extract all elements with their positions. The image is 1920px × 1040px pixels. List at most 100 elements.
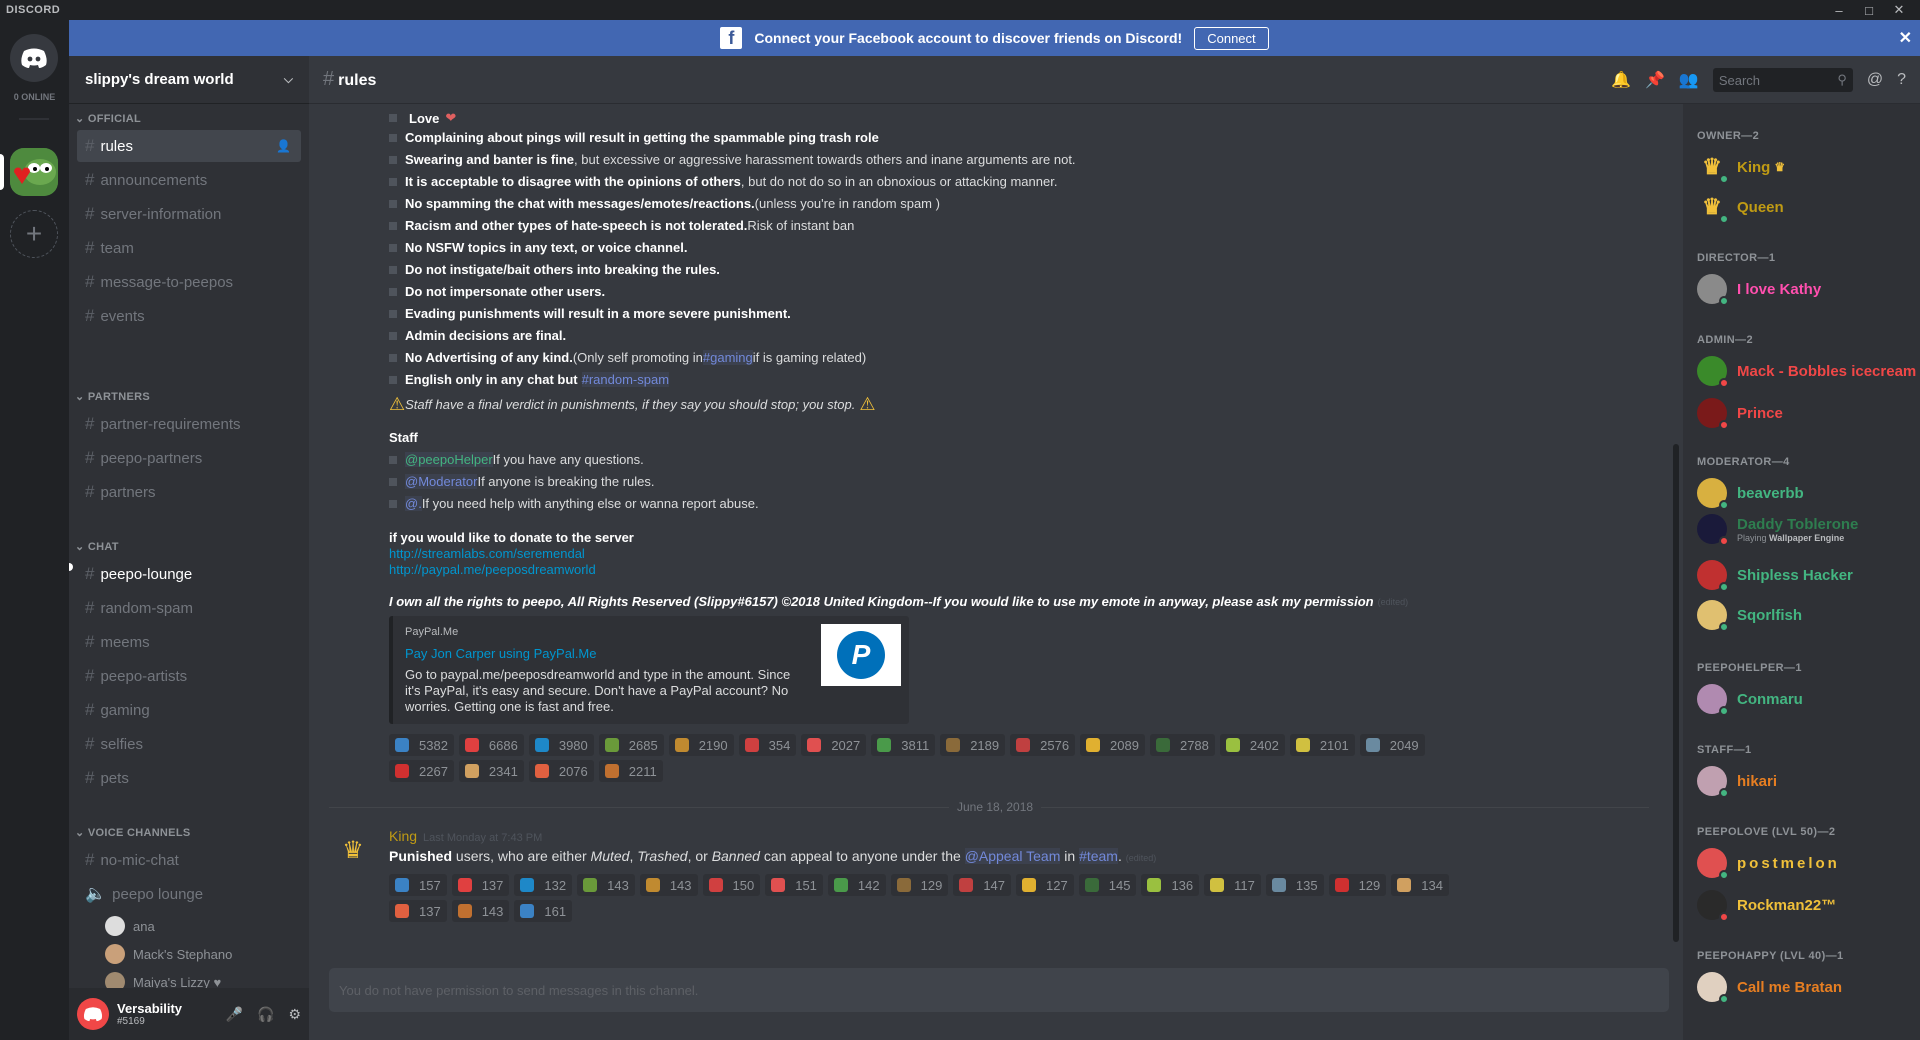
voice-user[interactable]: Maiya's Lizzy ♥ [105, 972, 221, 988]
reaction-button[interactable]: 3811 [871, 734, 936, 756]
close-window-icon[interactable]: ✕ [1884, 0, 1914, 20]
category-voice[interactable]: ⌄ VOICE CHANNELS [75, 826, 190, 839]
role-mention[interactable]: @Moderator [405, 474, 478, 489]
channel-team[interactable]: # team [77, 232, 301, 264]
reaction-button[interactable]: 136 [1141, 874, 1200, 896]
member-item[interactable]: I love Kathy [1697, 274, 1821, 306]
reaction-button[interactable]: 137 [451, 874, 510, 896]
member-item[interactable]: ♛ King ♛ [1697, 152, 1785, 184]
reaction-button[interactable]: 117 [1204, 874, 1261, 896]
member-item[interactable]: hikari [1697, 766, 1777, 798]
role-mention[interactable]: @Appeal Team [964, 848, 1061, 864]
microphone-icon[interactable]: 🎤 [226, 1006, 243, 1023]
channel-events[interactable]: # events [77, 300, 301, 332]
channel-peepo-artists[interactable]: # peepo-artists [77, 660, 301, 692]
message-author[interactable]: King [389, 828, 417, 844]
channel-server-information[interactable]: # server-information [77, 198, 301, 230]
add-server-button[interactable]: + [10, 210, 58, 258]
server-icon-peepo[interactable] [10, 148, 58, 196]
member-item[interactable]: Mack - Bobbles icecream [1697, 356, 1916, 388]
reaction-button[interactable]: 143 [451, 900, 510, 922]
connect-button[interactable]: Connect [1194, 26, 1269, 50]
reaction-button[interactable]: 2341 [458, 760, 524, 782]
home-button[interactable] [10, 34, 58, 82]
reaction-button[interactable]: 2576 [1010, 734, 1076, 756]
channel-partner-requirements[interactable]: # partner-requirements [77, 408, 301, 440]
category-chat[interactable]: ⌄ CHAT [75, 540, 119, 553]
reaction-button[interactable]: 2190 [668, 734, 734, 756]
member-item[interactable]: beaverbb [1697, 478, 1804, 510]
reaction-button[interactable]: 143 [577, 874, 635, 896]
scrollbar[interactable] [1673, 444, 1679, 942]
reaction-button[interactable]: 2788 [1149, 734, 1215, 756]
reaction-button[interactable]: 6686 [458, 734, 524, 756]
reaction-button[interactable]: 129 [1328, 874, 1387, 896]
reaction-button[interactable]: 151 [765, 874, 823, 896]
embed-thumbnail[interactable]: P [821, 624, 901, 686]
reaction-button[interactable]: 132 [514, 874, 573, 896]
reaction-button[interactable]: 135 [1265, 874, 1324, 896]
reaction-button[interactable]: 2189 [940, 734, 1006, 756]
reaction-button[interactable]: 354 [738, 734, 797, 756]
member-item[interactable]: Conmaru [1697, 684, 1803, 716]
member-item[interactable]: Shipless Hacker [1697, 560, 1853, 592]
channel-selfies[interactable]: # selfies [77, 728, 301, 760]
reaction-button[interactable]: 2211 [598, 760, 663, 782]
reaction-button[interactable]: 145 [1078, 874, 1137, 896]
message-input[interactable]: You do not have permission to send messa… [329, 968, 1669, 1012]
donate-link[interactable]: http://streamlabs.com/seremendal [389, 546, 585, 561]
close-banner-icon[interactable]: ✕ [1899, 28, 1912, 48]
member-item[interactable]: ♛ Queen [1697, 192, 1784, 224]
bell-icon[interactable]: 🔔 [1611, 70, 1631, 90]
member-item[interactable]: Sqorlfish [1697, 600, 1802, 632]
channel-random-spam[interactable]: # random-spam [77, 592, 301, 624]
reaction-button[interactable]: 2685 [598, 734, 664, 756]
gear-icon[interactable]: ⚙ [288, 1006, 301, 1023]
members-icon[interactable]: 👥 [1679, 70, 1699, 90]
channel-announcements[interactable]: # announcements [77, 164, 301, 196]
search-input[interactable]: Search ⚲ [1712, 68, 1853, 92]
reaction-button[interactable]: 5382 [389, 734, 454, 756]
maximize-icon[interactable]: □ [1854, 0, 1884, 20]
channel-gaming[interactable]: # gaming [77, 694, 301, 726]
reaction-button[interactable]: 2049 [1359, 734, 1425, 756]
reaction-button[interactable]: 142 [827, 874, 886, 896]
channel-mention[interactable]: #gaming [702, 350, 753, 365]
member-item[interactable]: Daddy Toblerone Playing Wallpaper Engine [1697, 514, 1858, 546]
reaction-button[interactable]: 2101 [1289, 734, 1355, 756]
channel-partners[interactable]: # partners [77, 476, 301, 508]
reaction-button[interactable]: 157 [389, 874, 447, 896]
pin-icon[interactable]: 📌 [1645, 70, 1665, 90]
channel-meems[interactable]: # meems [77, 626, 301, 658]
channel-mention[interactable]: #team [1079, 848, 1118, 864]
reaction-button[interactable]: 161 [514, 900, 573, 922]
role-mention[interactable]: @. [405, 496, 422, 511]
reaction-button[interactable]: 137 [389, 900, 447, 922]
channel-message-to-peepos[interactable]: # message-to-peepos [77, 266, 301, 298]
channel-peepo-lounge[interactable]: # peepo-lounge [77, 558, 301, 590]
reaction-button[interactable]: 2402 [1219, 734, 1285, 756]
avatar[interactable]: ♛ [333, 830, 373, 870]
donate-link[interactable]: http://paypal.me/peeposdreamworld [389, 562, 596, 577]
reaction-button[interactable]: 2267 [389, 760, 454, 782]
mention-icon[interactable]: @ [1867, 71, 1883, 89]
channel-peepo-partners[interactable]: # peepo-partners [77, 442, 301, 474]
reaction-button[interactable]: 129 [890, 874, 949, 896]
category-official[interactable]: ⌄ OFFICIAL [75, 112, 141, 125]
server-header[interactable]: slippy's dream world ⌵ [69, 56, 309, 104]
member-item[interactable]: Rockman22™ [1697, 890, 1836, 922]
reaction-button[interactable]: 2027 [801, 734, 867, 756]
reaction-button[interactable]: 2076 [528, 760, 594, 782]
reaction-button[interactable]: 127 [1016, 874, 1074, 896]
voice-channel-peepo-lounge[interactable]: 🔈 peepo lounge [77, 878, 301, 910]
reaction-button[interactable]: 143 [639, 874, 698, 896]
member-item[interactable]: Call me Bratan [1697, 972, 1842, 1004]
channel-mention[interactable]: #random-spam [581, 372, 670, 387]
reaction-button[interactable]: 2089 [1080, 734, 1145, 756]
category-partners[interactable]: ⌄ PARTNERS [75, 390, 150, 403]
reaction-button[interactable]: 3980 [528, 734, 594, 756]
channel-pets[interactable]: # pets [77, 762, 301, 794]
reaction-button[interactable]: 147 [953, 874, 1012, 896]
member-item[interactable]: Prince [1697, 398, 1783, 430]
invite-icon[interactable]: 👤 [276, 139, 291, 153]
